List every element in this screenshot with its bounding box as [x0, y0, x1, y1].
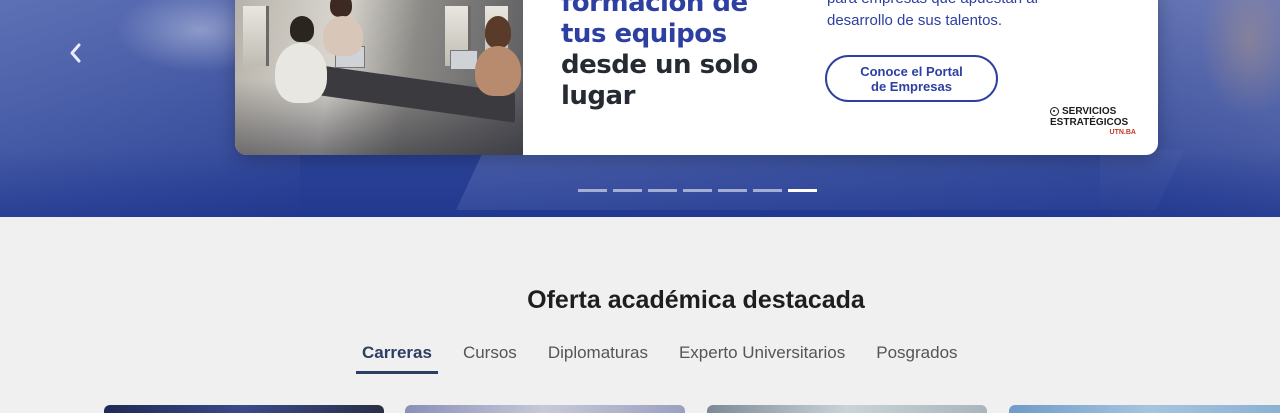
carousel-indicator[interactable]	[718, 189, 747, 192]
hero-carousel: formación de tus equipos desde un solo l…	[0, 0, 1280, 217]
photo-laptop	[450, 50, 478, 70]
carousel-indicator[interactable]	[683, 189, 712, 192]
carousel-indicator[interactable]	[753, 189, 782, 192]
course-card[interactable]	[707, 405, 987, 413]
carousel-indicators	[578, 189, 817, 193]
photo-person-head	[290, 16, 314, 42]
carousel-indicator-active[interactable]	[788, 189, 817, 192]
button-label-line: de Empresas	[871, 78, 952, 94]
servicios-estrategicos-logo: SERVICIOS ESTRATÉGICOS UTN.BA	[1050, 106, 1140, 137]
slide-headline: formación de tus equipos desde un solo l…	[561, 0, 801, 112]
slide-headline-line: formación de	[561, 0, 748, 18]
tab-posgrados[interactable]: Posgrados	[870, 340, 963, 374]
photo-person-body	[323, 16, 363, 56]
photo-person-body	[475, 46, 521, 96]
academic-offer-tabs: Carreras Cursos Diplomaturas Experto Uni…	[356, 340, 983, 374]
tab-cursos[interactable]: Cursos	[457, 340, 523, 374]
photo-person-body	[275, 43, 327, 103]
slide-headline-line: lugar	[561, 81, 635, 111]
chevron-left-icon-svg	[70, 43, 81, 63]
photo-person-head	[330, 0, 352, 17]
brand-row: SERVICIOS	[1050, 106, 1140, 117]
team-photo	[235, 0, 523, 155]
tab-carreras[interactable]: Carreras	[356, 340, 438, 374]
section-title: Oferta académica destacada	[527, 286, 865, 314]
brand-mark-icon	[1050, 107, 1059, 116]
photo-person-head	[485, 16, 511, 48]
hero-background-overlay	[0, 150, 1280, 217]
brand-sub: UTN.BA	[1050, 128, 1140, 137]
carousel-indicator[interactable]	[578, 189, 607, 192]
button-label-line: Conoce el Portal	[860, 63, 963, 79]
slide-headline-line: desde un solo	[561, 50, 758, 80]
carousel-indicator[interactable]	[648, 189, 677, 192]
slide-description-line: para empresas que apuestan al	[827, 0, 1087, 10]
tab-experto-universitarios[interactable]: Experto Universitarios	[673, 340, 851, 374]
slide-headline-line: tus equipos	[561, 19, 727, 49]
slide-description: para empresas que apuestan al desarrollo…	[827, 0, 1087, 32]
portal-empresas-button-label: Conoce el Portal de Empresas	[860, 64, 963, 94]
portal-empresas-button[interactable]: Conoce el Portal de Empresas	[825, 55, 998, 102]
carousel-slide-banner[interactable]: formación de tus equipos desde un solo l…	[235, 0, 1158, 155]
slide-description-line: desarrollo de sus talentos.	[827, 12, 1003, 29]
brand-sub-text: UTN.BA	[1109, 129, 1136, 136]
course-card[interactable]	[405, 405, 685, 413]
course-card[interactable]	[104, 405, 384, 413]
brand-line: SERVICIOS	[1062, 106, 1117, 117]
chevron-left-icon[interactable]	[68, 42, 90, 70]
tab-diplomaturas[interactable]: Diplomaturas	[542, 340, 654, 374]
course-card[interactable]	[1009, 405, 1280, 413]
course-cards	[104, 405, 1280, 413]
brand-line: ESTRATÉGICOS	[1050, 117, 1129, 128]
photo-window	[243, 6, 269, 66]
carousel-indicator[interactable]	[613, 189, 642, 192]
